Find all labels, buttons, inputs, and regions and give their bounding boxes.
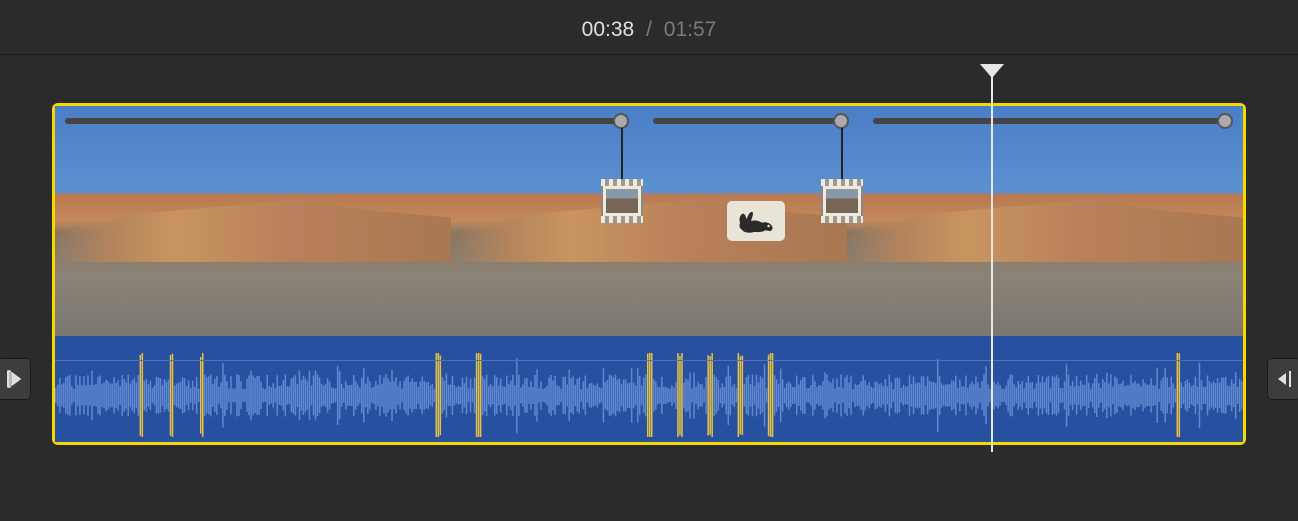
current-time: 00:38 bbox=[582, 18, 635, 41]
trim-end-button[interactable] bbox=[1267, 358, 1298, 400]
trim-start-icon bbox=[5, 369, 23, 389]
rabbit-icon bbox=[735, 207, 777, 235]
speed-marker[interactable] bbox=[613, 113, 629, 129]
clip-thumbnail bbox=[451, 106, 847, 336]
handle-line bbox=[841, 128, 843, 186]
freeze-frame-handle[interactable] bbox=[821, 128, 863, 218]
audio-volume-line[interactable] bbox=[55, 360, 1243, 361]
audio-track[interactable] bbox=[55, 336, 1243, 442]
freeze-frame-icon bbox=[821, 184, 863, 218]
playhead[interactable] bbox=[991, 76, 993, 452]
speed-segment-normal[interactable] bbox=[65, 118, 623, 124]
total-time: 01:57 bbox=[664, 18, 717, 41]
freeze-frame-handle[interactable] bbox=[601, 128, 643, 218]
time-separator: / bbox=[646, 18, 652, 41]
speed-marker[interactable] bbox=[1217, 113, 1233, 129]
divider bbox=[0, 54, 1298, 55]
clip[interactable] bbox=[52, 103, 1246, 445]
freeze-frame-icon bbox=[601, 184, 643, 218]
audio-waveform bbox=[55, 353, 1243, 438]
clip-thumbnail bbox=[847, 106, 1243, 336]
speed-marker[interactable] bbox=[833, 113, 849, 129]
video-track[interactable] bbox=[55, 106, 1243, 336]
playhead-indicator-icon bbox=[980, 64, 1004, 78]
handle-line bbox=[621, 128, 623, 186]
time-display: 00:38 / 01:57 bbox=[0, 0, 1298, 54]
speed-segment-fast[interactable] bbox=[653, 118, 841, 124]
timeline[interactable] bbox=[0, 103, 1298, 445]
trim-start-button[interactable] bbox=[0, 358, 31, 400]
trim-end-icon bbox=[1275, 369, 1293, 389]
clip-thumbnail bbox=[55, 106, 451, 336]
speed-segment-normal[interactable] bbox=[873, 118, 1228, 124]
speed-fast-badge[interactable] bbox=[727, 201, 785, 241]
